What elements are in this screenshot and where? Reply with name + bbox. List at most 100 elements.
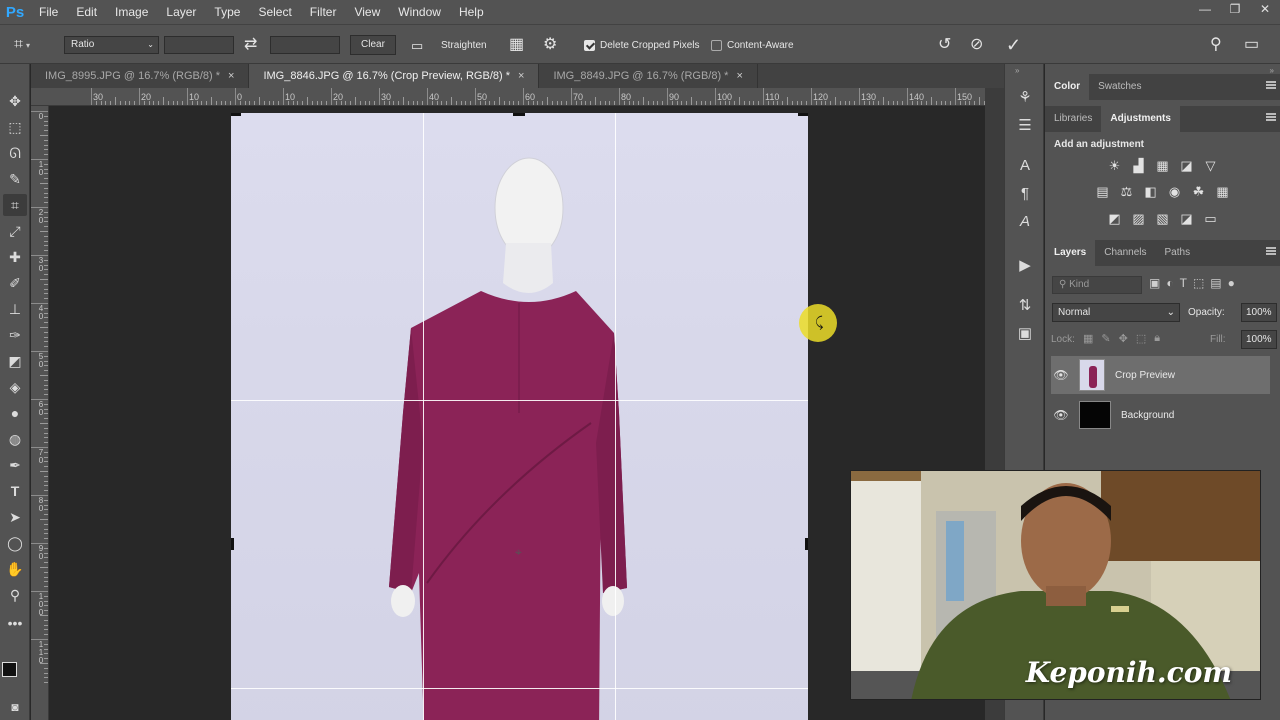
lock-all-icon[interactable]: 🔒︎ [1154,332,1160,345]
tab-adjustments[interactable]: Adjustments [1101,106,1180,132]
menu-edit[interactable]: Edit [67,0,106,24]
tab-color[interactable]: Color [1045,74,1090,100]
hand-tool-icon[interactable]: ✋ [3,558,27,580]
gear-icon[interactable]: ⚙ [543,37,557,53]
panel-menu-icon[interactable] [1266,247,1276,255]
restore-button[interactable]: ❐ [1220,0,1250,20]
tab-swatches[interactable]: Swatches [1089,74,1150,100]
crop-tool-icon[interactable]: ⌗ [3,194,27,216]
selective-color-icon[interactable]: ◪ [1177,209,1196,228]
lasso-tool-icon[interactable]: ᘏ [3,142,27,164]
invert-icon[interactable]: ◩ [1105,209,1124,228]
layer-row-crop-preview[interactable]: 👁︎ Crop Preview [1051,356,1270,394]
crop-edge-handle[interactable] [805,538,808,550]
crop-preview-image[interactable]: ⌖ [231,113,808,720]
quick-mask-icon[interactable]: ◙ [3,696,27,718]
threshold-icon[interactable]: ▧ [1153,209,1172,228]
black-white-icon[interactable]: ◧ [1141,182,1160,201]
type-tool-icon[interactable]: T [3,480,27,502]
channel-mixer-icon[interactable]: ☘ [1189,182,1208,201]
menu-select[interactable]: Select [249,0,300,24]
path-select-tool-icon[interactable]: ➤ [3,506,27,528]
swap-icon[interactable]: ⇄ [244,37,257,53]
crop-tool-icon[interactable]: ⌗ [14,37,23,53]
opacity-input[interactable]: 100% [1241,303,1277,322]
pixel-filter-icon[interactable]: ▣ [1149,276,1160,290]
menu-file[interactable]: File [30,0,67,24]
menu-type[interactable]: Type [205,0,249,24]
tab-paths[interactable]: Paths [1156,240,1200,266]
height-input[interactable] [270,36,340,54]
tab-layers[interactable]: Layers [1045,240,1096,266]
move-tool-icon[interactable]: ✥ [3,90,27,112]
levels-icon[interactable]: ▟ [1129,156,1148,175]
ratio-select[interactable]: Ratio ⌄ [64,36,159,54]
crop-edge-handle[interactable] [513,113,525,116]
tool-presets-icon[interactable]: ▣ [1013,322,1037,344]
straighten-label[interactable]: Straighten [441,40,487,51]
crop-corner-handle[interactable] [798,113,808,116]
filter-toggle-icon[interactable]: ● [1228,276,1235,290]
healing-tool-icon[interactable]: ✚ [3,246,27,268]
stamp-tool-icon[interactable]: ⊥ [3,298,27,320]
cancel-icon[interactable]: ⊘ [970,37,983,53]
blur-tool-icon[interactable]: ● [3,402,27,424]
vertical-ruler[interactable]: 0 10 20 30 40 50 60 70 80 90 100 110 [31,106,49,720]
menu-window[interactable]: Window [389,0,450,24]
tab-img-8849[interactable]: IMG_8849.JPG @ 16.7% (RGB/8) * × [539,64,758,88]
history-brush-tool-icon[interactable]: ✑ [3,324,27,346]
crop-corner-handle[interactable] [231,113,241,116]
visibility-eye-icon[interactable]: 👁︎ [1051,368,1071,382]
clear-button[interactable]: Clear [350,35,396,55]
lock-transparent-icon[interactable]: ▦ [1083,332,1093,345]
panel-menu-icon[interactable] [1266,113,1276,121]
close-tab-icon[interactable]: × [228,70,234,82]
ellipse-tool-icon[interactable]: ◯ [3,532,27,554]
character-icon[interactable]: A [1013,154,1037,176]
content-aware-checkbox[interactable] [711,39,722,51]
fill-input[interactable]: 100% [1241,330,1277,349]
tab-libraries[interactable]: Libraries [1045,106,1101,132]
more-tools-icon[interactable]: ••• [3,612,27,634]
gradient-map-icon[interactable]: ▭ [1201,209,1220,228]
glyphs-icon[interactable]: A [1013,210,1037,232]
lock-artboard-icon[interactable]: ⬚ [1136,332,1146,345]
brush-presets-icon[interactable]: ⚘ [1013,86,1037,108]
vibrance-icon[interactable]: ▽ [1201,156,1220,175]
canvas-area[interactable]: ⌖ ⤹ [49,106,985,720]
foreground-color-swatch[interactable] [2,662,17,677]
search-icon[interactable]: ⚲ [1210,37,1222,53]
menu-filter[interactable]: Filter [301,0,346,24]
marquee-tool-icon[interactable]: ⬚ [3,116,27,138]
pen-tool-icon[interactable]: ✒ [3,454,27,476]
menu-image[interactable]: Image [106,0,157,24]
color-balance-icon[interactable]: ⚖ [1117,182,1136,201]
close-window-button[interactable]: ✕ [1250,0,1280,20]
tool-preset-caret-icon[interactable]: ▾ [26,41,30,50]
delete-cropped-checkbox[interactable] [584,39,595,51]
panel-menu-icon[interactable] [1266,81,1276,89]
visibility-eye-icon[interactable]: 👁︎ [1051,408,1071,422]
hue-saturation-icon[interactable]: ▤ [1093,182,1112,201]
zoom-tool-icon[interactable]: ⚲ [3,584,27,606]
minimize-button[interactable]: — [1190,0,1220,20]
layer-row-background[interactable]: 👁︎ Background [1051,396,1270,434]
quick-select-tool-icon[interactable]: ✎ [3,168,27,190]
collapse-icon[interactable]: » [1015,66,1019,75]
bucket-tool-icon[interactable]: ◈ [3,376,27,398]
brightness-icon[interactable]: ☀ [1105,156,1124,175]
blend-mode-select[interactable]: Normal ⌄ [1052,303,1180,322]
properties-icon[interactable]: ☰ [1013,114,1037,136]
close-tab-icon[interactable]: × [518,70,524,82]
menu-view[interactable]: View [345,0,389,24]
sponge-tool-icon[interactable]: ◍ [3,428,27,450]
type-filter-icon[interactable]: T [1180,276,1187,290]
reset-icon[interactable]: ↺ [938,37,951,53]
close-tab-icon[interactable]: × [736,70,742,82]
overlay-grid-icon[interactable]: ▦ [509,37,524,53]
crop-edge-handle[interactable] [231,538,234,550]
commit-check-icon[interactable]: ✓ [1006,36,1021,54]
width-input[interactable] [164,36,234,54]
lock-paint-icon[interactable]: ✎ [1101,332,1110,345]
menu-layer[interactable]: Layer [157,0,205,24]
